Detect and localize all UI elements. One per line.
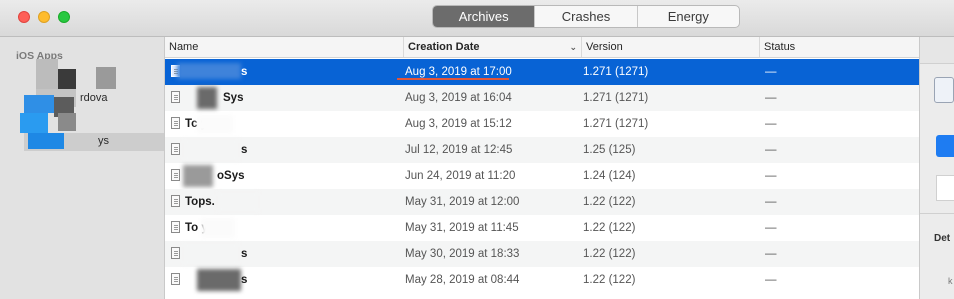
distribute-app-button[interactable]	[936, 135, 954, 157]
table-row[interactable]: Tc ys Aug 3, 2019 at 15:12 1.271 (1271) …	[165, 111, 919, 137]
redacted-block	[197, 269, 241, 291]
date-underline	[397, 78, 509, 80]
close-window-button[interactable]	[18, 11, 30, 23]
table-row[interactable]: Sys Aug 3, 2019 at 16:04 1.271 (1271) —	[165, 85, 919, 111]
archive-document-icon	[171, 221, 180, 233]
redacted-block	[20, 113, 48, 133]
archive-date: May 30, 2019 at 18:33	[405, 248, 520, 260]
column-header-version[interactable]: Version	[581, 37, 759, 57]
table-row[interactable]: s Jul 12, 2019 at 12:45 1.25 (125) —	[165, 137, 919, 163]
archive-version: 1.22 (122)	[583, 274, 636, 286]
table-header: Name Creation Date ⌄ Version Status	[165, 37, 919, 58]
redacted-block	[183, 165, 213, 187]
archive-version: 1.25 (125)	[583, 144, 636, 156]
table-row[interactable]: s Aug 3, 2019 at 17:00 1.271 (1271) —	[165, 59, 919, 85]
archive-version: 1.271 (1271)	[583, 92, 649, 104]
archive-version: 1.22 (122)	[583, 196, 636, 208]
table-row[interactable]: oSys Jun 24, 2019 at 11:20 1.24 (124) —	[165, 163, 919, 189]
redacted-block	[197, 115, 233, 133]
redacted-block	[201, 218, 235, 238]
archive-status: —	[765, 196, 777, 208]
section-segmented-control: Archives Crashes Energy	[432, 5, 740, 28]
archive-date: May 28, 2019 at 08:44	[405, 274, 520, 286]
archive-version: 1.271 (1271)	[583, 118, 649, 130]
archive-date: May 31, 2019 at 12:00	[405, 196, 520, 208]
archive-date: Jun 24, 2019 at 11:20	[405, 170, 516, 182]
table-row[interactable]: Tops. May 31, 2019 at 12:00 1.22 (122) —	[165, 189, 919, 215]
sidebar-item-label[interactable]: rdova	[80, 92, 108, 104]
column-header-label: Creation Date	[408, 41, 480, 53]
minimize-window-button[interactable]	[38, 11, 50, 23]
archive-date: May 31, 2019 at 11:45	[405, 222, 519, 234]
archive-status: —	[765, 170, 777, 182]
detail-value: k	[948, 276, 953, 286]
archive-document-icon	[171, 117, 180, 129]
archive-status: —	[765, 118, 777, 130]
validate-app-button[interactable]	[936, 175, 954, 201]
redacted-block	[36, 59, 58, 89]
archive-date: Aug 3, 2019 at 16:04	[405, 92, 512, 104]
archive-document-icon	[171, 247, 180, 259]
table-row[interactable]: s May 30, 2019 at 18:33 1.22 (122) —	[165, 241, 919, 267]
app-icon	[934, 77, 954, 103]
archive-name: oSys	[217, 170, 245, 182]
sidebar-item-label[interactable]: ys	[98, 135, 109, 147]
redacted-block	[96, 67, 116, 89]
redacted-block	[28, 133, 64, 149]
archive-status: —	[765, 144, 777, 156]
column-header-status[interactable]: Status	[759, 37, 919, 57]
archive-status: —	[765, 274, 777, 286]
archive-document-icon	[171, 169, 180, 181]
archive-version: 1.22 (122)	[583, 222, 636, 234]
column-header-creation-date[interactable]: Creation Date ⌄	[403, 37, 581, 57]
archive-version: 1.271 (1271)	[583, 66, 649, 78]
inspector-header	[920, 37, 954, 64]
archive-version: 1.22 (122)	[583, 248, 636, 260]
archive-name: Sys	[223, 92, 244, 104]
inspector-panel: Det k	[919, 37, 954, 299]
archive-version: 1.24 (124)	[583, 170, 636, 182]
archive-document-icon	[171, 91, 180, 103]
archive-document-icon	[171, 273, 180, 285]
divider	[920, 213, 954, 214]
redacted-block	[217, 192, 259, 212]
zoom-window-button[interactable]	[58, 11, 70, 23]
table-row[interactable]: s May 28, 2019 at 08:44 1.22 (122) —	[165, 267, 919, 293]
redacted-block	[183, 243, 239, 265]
redacted-block	[58, 113, 76, 131]
title-bar: Archives Crashes Energy	[0, 0, 954, 37]
chevron-down-icon: ⌄	[569, 42, 577, 52]
redacted-block	[177, 63, 241, 79]
tab-crashes[interactable]: Crashes	[534, 6, 636, 27]
tab-archives[interactable]: Archives	[433, 6, 535, 27]
apps-sidebar: iOS Apps rdova ys	[0, 37, 165, 299]
archive-status: —	[765, 92, 777, 104]
redacted-block	[24, 95, 54, 113]
details-heading: Det	[934, 233, 951, 244]
archive-date: Jul 12, 2019 at 12:45	[405, 144, 513, 156]
archive-status: —	[765, 248, 777, 260]
redacted-block	[58, 69, 76, 91]
archive-document-icon	[171, 195, 180, 207]
redacted-block	[197, 87, 217, 109]
archive-status: —	[765, 222, 777, 234]
archives-table: Name Creation Date ⌄ Version Status s Au…	[165, 37, 919, 299]
table-row[interactable]: To ys May 31, 2019 at 11:45 1.22 (122) —	[165, 215, 919, 241]
tab-energy[interactable]: Energy	[636, 6, 739, 27]
archive-document-icon	[171, 143, 180, 155]
archive-status: —	[765, 66, 777, 78]
redacted-block	[183, 139, 239, 161]
archive-date: Aug 3, 2019 at 15:12	[405, 118, 512, 130]
column-header-name[interactable]: Name	[165, 37, 402, 57]
archive-date: Aug 3, 2019 at 17:00	[405, 66, 512, 78]
